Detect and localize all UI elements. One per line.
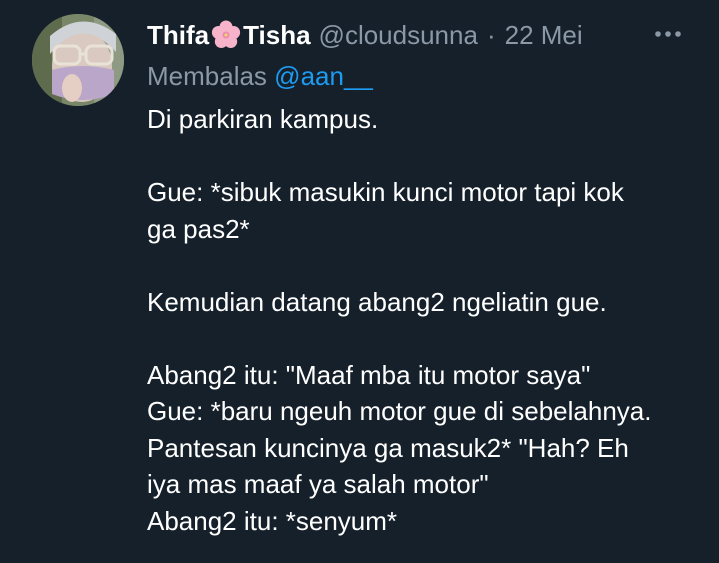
author-handle[interactable]: @cloudsunna [319, 15, 478, 55]
cherry-blossom-icon [211, 20, 241, 50]
tweet-line: Gue: *sibuk masukin kunci motor tapi kok [147, 177, 624, 207]
reply-mention-link[interactable]: @aan__ [274, 61, 373, 91]
author-name[interactable]: Thifa Tisha [147, 15, 311, 55]
avatar-image [32, 14, 124, 106]
avatar[interactable] [32, 14, 124, 106]
tweet-date[interactable]: 22 Mei [505, 15, 583, 55]
tweet-line: Di parkiran kampus. [147, 104, 379, 134]
tweet-line: Pantesan kuncinya ga masuk2* "Hah? Eh [147, 432, 629, 463]
author-name-part1: Thifa [147, 20, 210, 50]
author-name-part2: Tisha [243, 20, 311, 50]
tweet-line [147, 247, 651, 284]
tweet-text: Di parkiran kampus. Gue: *sibuk masukin … [147, 101, 651, 539]
more-options-icon[interactable] [652, 22, 688, 46]
reply-context: Membalas @aan__ [147, 58, 373, 94]
tweet-line: ga pas2* [147, 213, 250, 244]
tweet-line: iya mas maaf ya salah motor" [147, 469, 489, 499]
tweet-header: Thifa Tisha @cloudsunna · 22 Mei [147, 15, 583, 55]
tweet-line: Kemudian datang abang2 ngeliatin gue. [147, 286, 607, 317]
tweet: Thifa Tisha @cloudsunna · 22 Mei Membala… [0, 0, 719, 563]
tweet-line: Gue: *baru ngeuh motor gue di sebelahnya… [147, 396, 652, 426]
separator-dot: · [486, 20, 496, 50]
tweet-line [147, 138, 651, 175]
reply-prefix: Membalas [147, 61, 267, 91]
tweet-line: Abang2 itu: *senyum* [147, 505, 398, 536]
tweet-line [147, 320, 651, 357]
tweet-line: Abang2 itu: "Maaf mba itu motor saya" [147, 359, 591, 390]
